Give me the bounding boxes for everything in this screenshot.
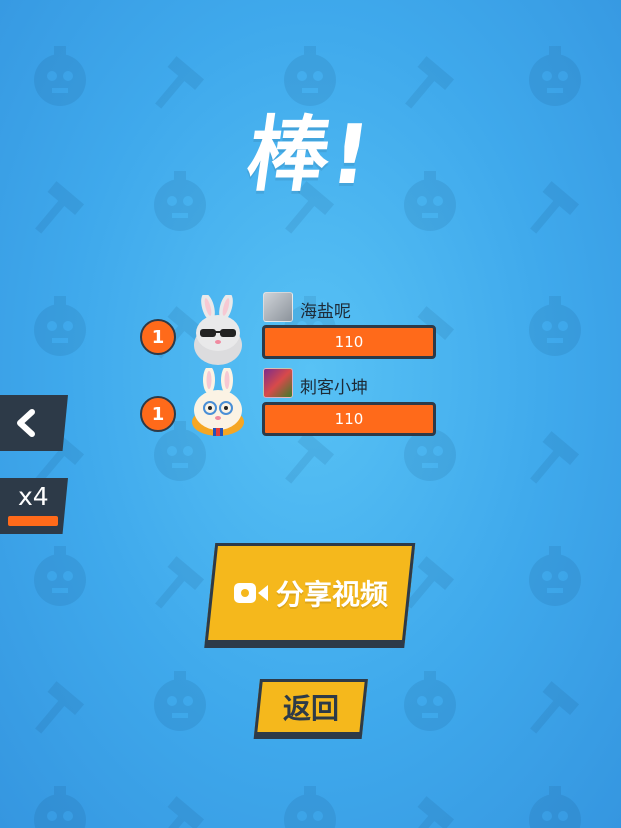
rabbit-sunglasses-avatar bbox=[194, 295, 242, 365]
player-row: 1 刺客小坤 110 bbox=[0, 368, 621, 448]
player-row: 1 海盐呢 110 bbox=[0, 292, 621, 372]
multiplier-label: x4 bbox=[18, 482, 49, 511]
player-thumbnail bbox=[263, 292, 293, 322]
return-button[interactable]: 返回 bbox=[254, 679, 368, 735]
rabbit-glasses-avatar bbox=[192, 368, 244, 436]
back-arrow-button[interactable] bbox=[0, 395, 68, 451]
score-bar: 110 bbox=[262, 402, 436, 436]
multiplier-tab[interactable]: x4 bbox=[0, 478, 68, 534]
return-label: 返回 bbox=[282, 692, 339, 725]
player-thumbnail bbox=[263, 368, 293, 398]
rank-badge: 1 bbox=[140, 396, 176, 432]
player-name: 海盐呢 bbox=[300, 302, 351, 322]
score-bar: 110 bbox=[262, 325, 436, 359]
share-video-button[interactable]: 分享视频 bbox=[204, 543, 416, 643]
multiplier-bar bbox=[8, 516, 58, 526]
player-name: 刺客小坤 bbox=[300, 378, 368, 398]
chevron-left-icon bbox=[17, 409, 35, 437]
result-title: 棒! bbox=[240, 108, 378, 203]
video-camera-icon bbox=[233, 583, 268, 603]
share-video-label: 分享视频 bbox=[275, 578, 388, 611]
rank-badge: 1 bbox=[140, 319, 176, 355]
